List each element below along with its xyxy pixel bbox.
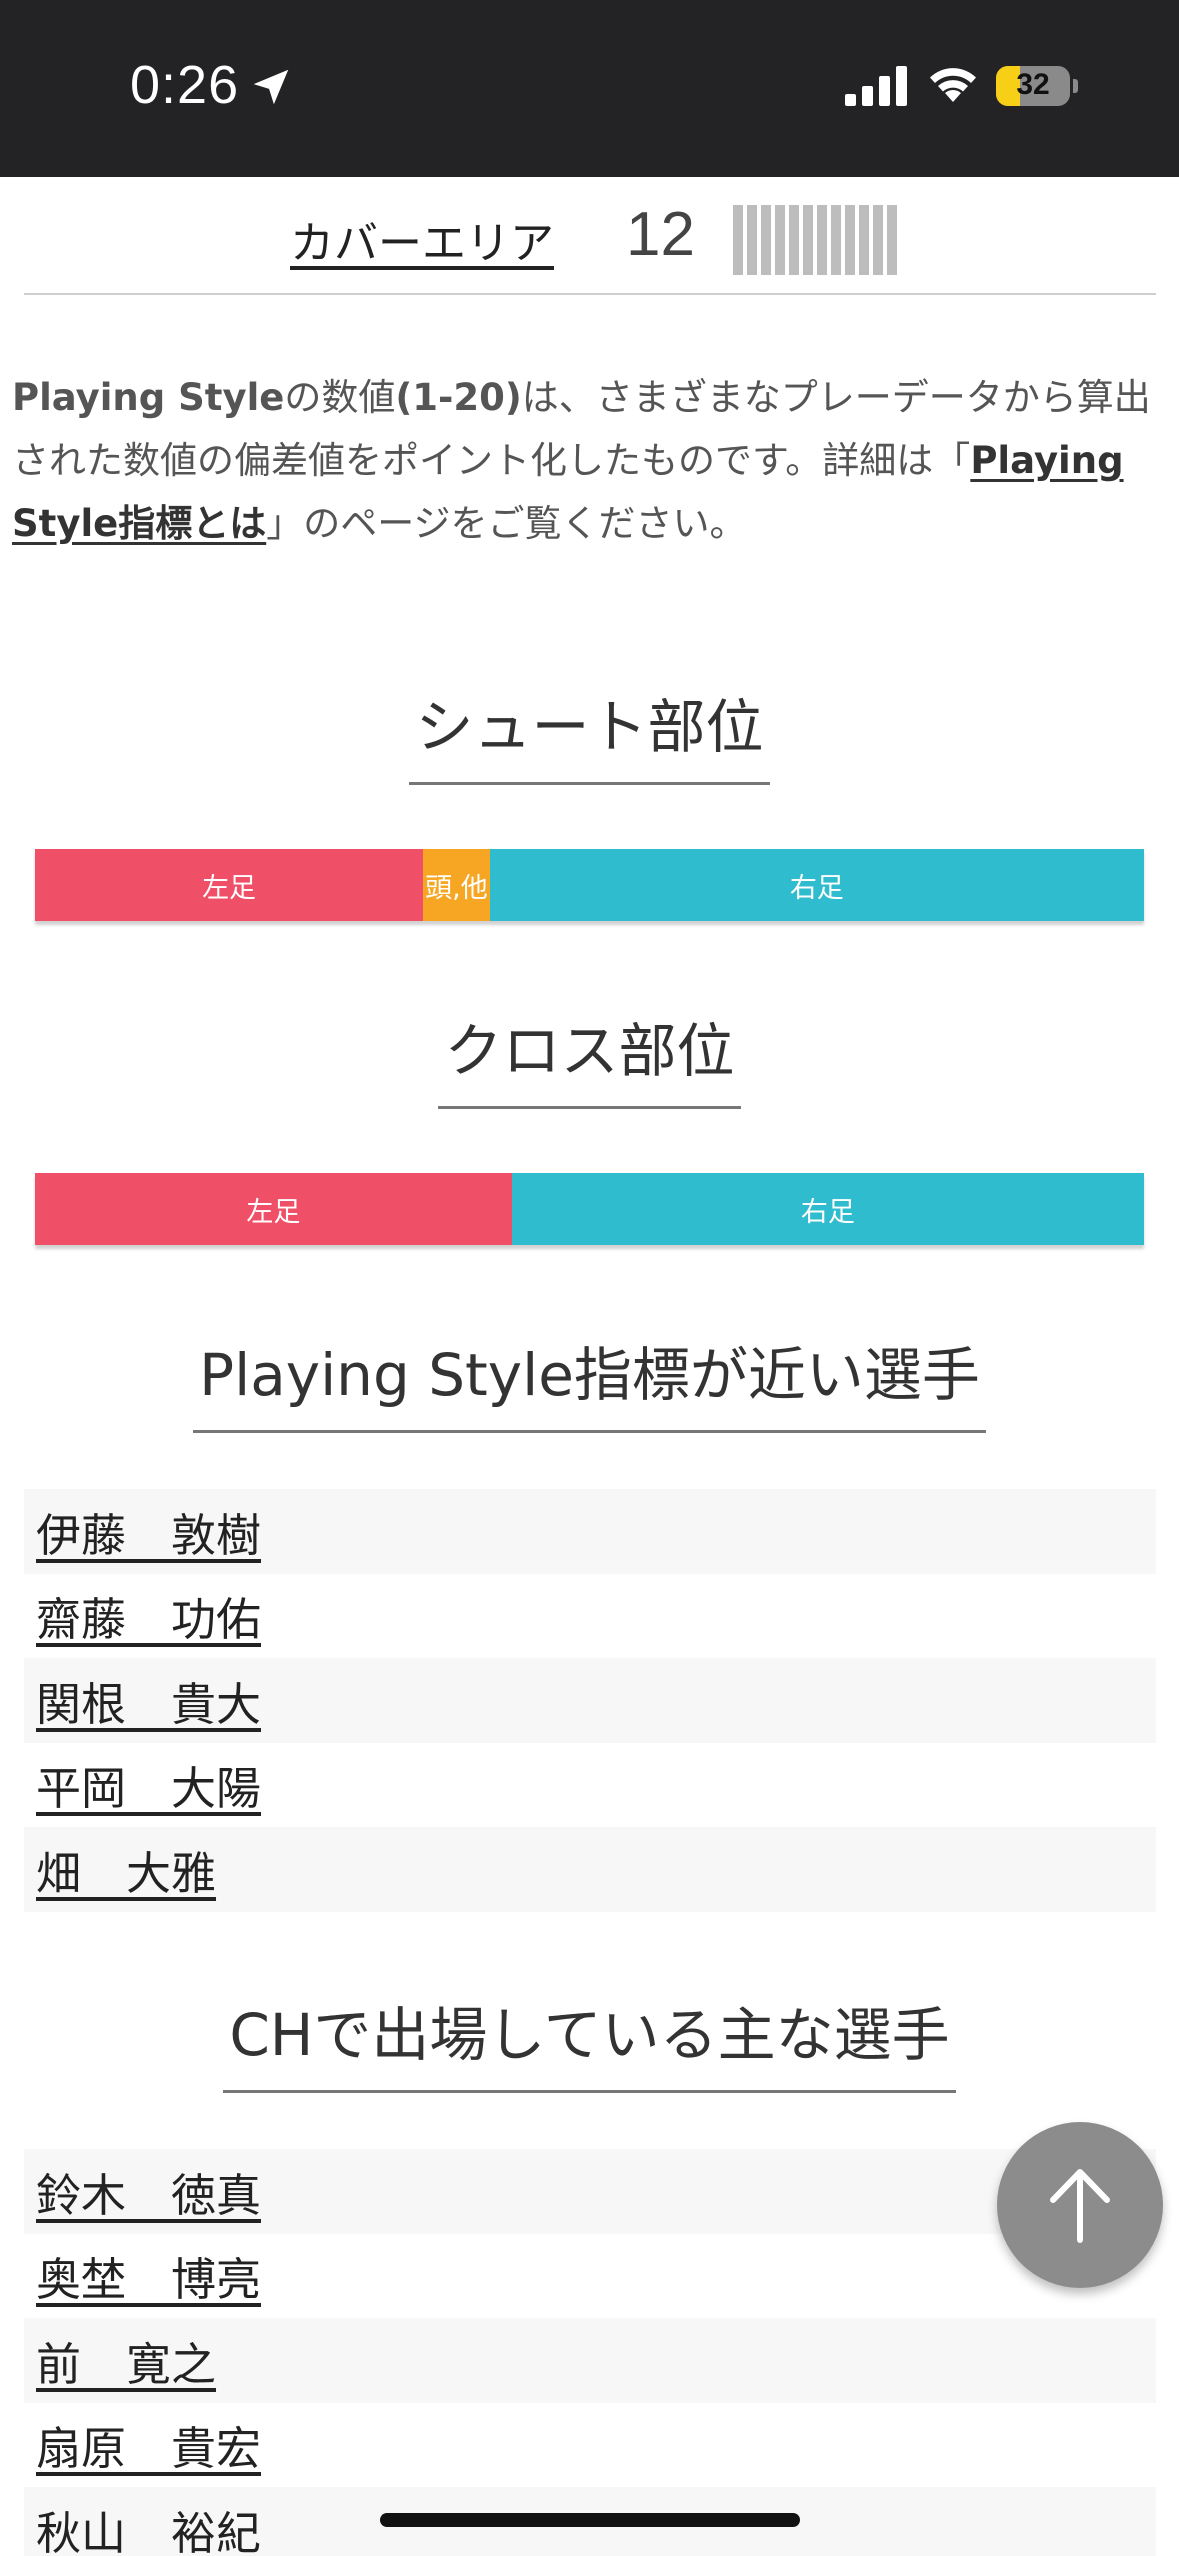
battery-icon: 32 — [996, 66, 1078, 106]
cover-area-bar — [873, 205, 883, 275]
divider — [24, 293, 1156, 295]
cellular-signal-icon — [845, 66, 907, 106]
player-link[interactable]: 扇原 貴宏 — [36, 2412, 261, 2477]
playing-style-note: Playing Styleの数値(1-20)は、さまざまなプレーデータから算出さ… — [12, 366, 1172, 555]
cross-ratio-bar: 左足 右足 — [35, 1173, 1144, 1245]
player-link[interactable]: 畑 大雅 — [36, 1837, 216, 1902]
cover-area-bar — [747, 205, 757, 275]
similar-players-title: Playing Style指標が近い選手 — [0, 1328, 1179, 1433]
player-link[interactable]: 秋山 裕紀 — [36, 2497, 261, 2556]
list-item: 関根 貴大 — [24, 1658, 1156, 1743]
scroll-to-top-button[interactable] — [997, 2122, 1163, 2288]
cross_section-segment: 右足 — [511, 1173, 1144, 1245]
note-text: 」のページをご覧ください。 — [266, 502, 747, 545]
cover-area-row: カバーエリア 12 — [0, 177, 1179, 293]
cover-area-bar — [817, 205, 827, 275]
ch-players-list: 鈴木 徳真奥埜 博亮前 寛之扇原 貴宏秋山 裕紀 — [24, 2149, 1156, 2556]
list-item: 齋藤 功佑 — [24, 1574, 1156, 1659]
shoot-section-title: シュート部位 — [0, 680, 1179, 785]
cross_section-segment: 左足 — [35, 1173, 512, 1245]
player-link[interactable]: 関根 貴大 — [36, 1668, 261, 1733]
cover-area-bar — [775, 205, 785, 275]
cover-area-bar — [733, 205, 743, 275]
cover-area-bar — [831, 205, 841, 275]
cover-area-bar — [803, 205, 813, 275]
player-link[interactable]: 平岡 大陽 — [36, 1752, 261, 1817]
cover-area-bar — [789, 205, 799, 275]
list-item: 奥埜 博亮 — [24, 2234, 1156, 2319]
player-link[interactable]: 伊藤 敦樹 — [36, 1499, 261, 1564]
cross-section-title: クロス部位 — [0, 1004, 1179, 1109]
list-item: 畑 大雅 — [24, 1827, 1156, 1912]
note-bold-term: Playing Style — [12, 376, 285, 419]
shoot-ratio-bar: 左足 頭,他 右足 — [35, 849, 1144, 921]
cover-area-bar — [887, 205, 897, 275]
location-arrow-icon — [253, 69, 289, 105]
list-item: 伊藤 敦樹 — [24, 1489, 1156, 1574]
player-link[interactable]: 齋藤 功佑 — [36, 1583, 261, 1648]
similar-players-list: 伊藤 敦樹齋藤 功佑関根 貴大平岡 大陽畑 大雅 — [24, 1489, 1156, 1912]
cover-area-bars — [733, 205, 897, 275]
shoot_section-segment: 左足 — [35, 849, 424, 921]
player-link[interactable]: 前 寛之 — [36, 2328, 216, 2393]
cover-area-bar — [761, 205, 771, 275]
note-range: (1-20) — [395, 376, 522, 419]
note-text: の数値 — [284, 376, 396, 419]
cover-area-bar — [859, 205, 869, 275]
status-time: 0:26 — [130, 55, 240, 115]
player-link[interactable]: 鈴木 徳真 — [36, 2159, 261, 2224]
cover-area-value: 12 — [626, 200, 695, 269]
ch-players-title: CHで出場している主な選手 — [0, 1988, 1179, 2093]
cover-area-link[interactable]: カバーエリア — [290, 207, 554, 271]
cover-area-bar — [845, 205, 855, 275]
shoot_section-segment: 頭,他 — [423, 849, 490, 921]
wifi-icon — [930, 68, 976, 102]
list-item: 鈴木 徳真 — [24, 2149, 1156, 2234]
arrow-up-icon — [1050, 2169, 1110, 2243]
battery-level: 32 — [1016, 68, 1050, 101]
list-item: 扇原 貴宏 — [24, 2403, 1156, 2488]
status-bar: 0:26 32 — [0, 0, 1179, 177]
shoot_section-segment: 右足 — [489, 849, 1144, 921]
home-indicator — [380, 2513, 800, 2527]
list-item: 前 寛之 — [24, 2318, 1156, 2403]
list-item: 平岡 大陽 — [24, 1743, 1156, 1828]
player-link[interactable]: 奥埜 博亮 — [36, 2243, 261, 2308]
